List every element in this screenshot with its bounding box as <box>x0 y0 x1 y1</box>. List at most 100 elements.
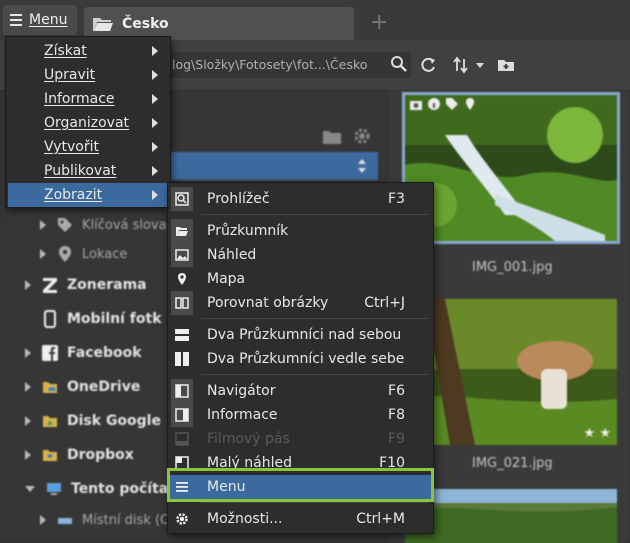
submenu-item-label: Náhled <box>207 247 257 263</box>
split-horizontal-icon <box>171 323 193 347</box>
menu-item-upravit[interactable]: Upravit <box>6 63 170 87</box>
menu-item-informace[interactable]: Informace <box>6 87 170 111</box>
expand-icon <box>25 382 31 392</box>
camera-icon <box>410 101 422 110</box>
tree-item-zonerama[interactable]: Zonerama <box>25 270 147 300</box>
expand-icon <box>25 450 31 460</box>
menu-button[interactable]: Menu <box>3 5 77 35</box>
menu-item-publikovat[interactable]: Publikovat <box>6 159 170 183</box>
submenu-item-label: Dva Průzkumníci nad sebou <box>207 327 402 343</box>
menu-item-label: Organizovat <box>44 115 130 131</box>
menu-item-organizovat[interactable]: Organizovat <box>6 111 170 135</box>
phone-icon <box>44 310 56 328</box>
submenu-arrow-icon <box>152 118 158 128</box>
tree-item-mobile[interactable]: Mobilní fotk <box>25 304 162 334</box>
menu-item-label: Publikovat <box>44 163 117 179</box>
sort-icon[interactable] <box>452 55 488 75</box>
submenu-item-moznosti[interactable]: Možnosti... Ctrl+M <box>168 507 433 531</box>
submenu-item-prohlizec[interactable]: Prohlížeč F3 <box>168 187 433 211</box>
path-field[interactable]: log\Složky\Fotosety\fot...\Česko <box>168 52 411 78</box>
facebook-icon <box>42 345 58 361</box>
expand-icon <box>40 515 46 525</box>
thumb-badges <box>409 97 489 111</box>
thumbnail-filename: IMG_021.jpg <box>472 456 553 471</box>
tab-title: Česko <box>122 15 169 32</box>
tree-item-label: Tento počíta <box>71 481 169 497</box>
new-folder-icon[interactable] <box>496 55 516 75</box>
shortcut-label: F6 <box>388 383 405 399</box>
hamburger-icon <box>10 14 22 26</box>
tree-item-this-pc[interactable]: Tento počíta <box>25 474 168 504</box>
tag-icon <box>58 218 72 232</box>
tree-item[interactable]: Klíčová slova <box>40 210 167 240</box>
path-text: log\Složky\Fotosety\fot...\Česko <box>172 57 368 72</box>
thumbnail-img-001[interactable] <box>402 92 620 244</box>
search-icon[interactable] <box>390 55 408 73</box>
dropbox-icon <box>43 450 57 461</box>
gear-icon <box>171 507 193 531</box>
submenu-item-navigator[interactable]: Navigátor F6 <box>168 379 433 403</box>
tree-item-onedrive[interactable]: OneDrive <box>25 372 140 402</box>
submenu-item-filmovy-pas: Filmový pás F9 <box>168 427 433 451</box>
submenu-item-dva-nad-sebou[interactable]: Dva Průzkumníci nad sebou <box>168 323 433 347</box>
submenu-arrow-icon <box>152 46 158 56</box>
menu-item-vytvorit[interactable]: Vytvořit <box>6 135 170 159</box>
selected-row <box>170 152 378 180</box>
shortcut-label: F8 <box>388 407 405 423</box>
rating-stars: ★ ★ <box>583 426 611 441</box>
submenu-arrow-icon <box>152 70 158 80</box>
folder-icon <box>323 131 341 144</box>
tree-item-label: Zonerama <box>67 277 147 293</box>
thumbnail-next[interactable] <box>402 486 620 543</box>
tree-item-label: Disk Google <box>67 413 161 429</box>
submenu-item-mapa[interactable]: Mapa <box>168 267 433 291</box>
tree-item[interactable]: Lokace <box>40 239 127 269</box>
folder-open-icon <box>171 219 193 243</box>
menu-separator <box>201 502 429 503</box>
filmstrip-icon <box>171 427 193 451</box>
submenu-item-porovnat[interactable]: Porovnat obrázky Ctrl+J <box>168 291 433 315</box>
tree-item-label: Klíčová slova <box>82 217 167 233</box>
submenu-item-label: Dva Průzkumníci vedle sebe <box>207 351 405 367</box>
tree-item-label: OneDrive <box>67 379 141 395</box>
menu-item-zobrazit[interactable]: Zobrazit <box>8 183 170 207</box>
menu-separator <box>201 318 429 319</box>
tree-item-local-disk[interactable]: Místní disk (C <box>40 505 169 535</box>
tree-item-label: Mobilní fotk <box>67 311 162 327</box>
google-drive-icon <box>43 416 57 427</box>
submenu-arrow-icon <box>152 94 158 104</box>
info-icon <box>428 98 440 110</box>
submenu-item-pruzkumnik[interactable]: Průzkumník <box>168 219 433 243</box>
submenu-item-informace[interactable]: Informace F8 <box>168 403 433 427</box>
map-pin-icon <box>466 98 474 110</box>
zonerama-icon <box>43 278 57 293</box>
tree-item-google-drive[interactable]: Disk Google <box>25 406 161 436</box>
shortcut-label: Ctrl+J <box>364 295 405 311</box>
menu-separator <box>201 374 429 375</box>
submenu-item-dva-vedle-sebe[interactable]: Dva Průzkumníci vedle sebe <box>168 347 433 371</box>
top-bar: Menu Česko + <box>0 0 630 40</box>
new-tab-button[interactable]: + <box>370 12 388 34</box>
submenu-item-label: Porovnat obrázky <box>207 295 329 311</box>
menu-item-ziskat[interactable]: Získat <box>6 39 170 63</box>
refresh-icon[interactable] <box>418 55 438 75</box>
submenu-item-nahled[interactable]: Náhled <box>168 243 433 267</box>
disk-icon <box>58 518 72 524</box>
submenu-arrow-icon <box>152 142 158 152</box>
expand-icon <box>40 249 46 259</box>
tree-item-label: Dropbox <box>67 447 134 463</box>
expand-icon <box>25 416 31 426</box>
menu-item-label: Vytvořit <box>44 139 99 155</box>
map-pin-icon <box>59 246 71 262</box>
tree-item-label: Lokace <box>82 246 128 262</box>
thumbnail-img-021[interactable]: ★ ★ <box>402 296 620 448</box>
tree-item-facebook[interactable]: Facebook <box>25 338 142 368</box>
tree-item-dropbox[interactable]: Dropbox <box>25 440 134 470</box>
collapse-icon <box>25 486 35 492</box>
app-window: Menu Česko + log\Složky\Fotosety\fot...\… <box>0 0 630 543</box>
tree-item-label: Místní disk (C <box>82 512 170 528</box>
menu-button-label: Menu <box>29 12 68 28</box>
submenu-item-label: Prohlížeč <box>207 191 270 207</box>
waterfall-image <box>405 95 617 241</box>
submenu-arrow-icon <box>152 190 158 200</box>
